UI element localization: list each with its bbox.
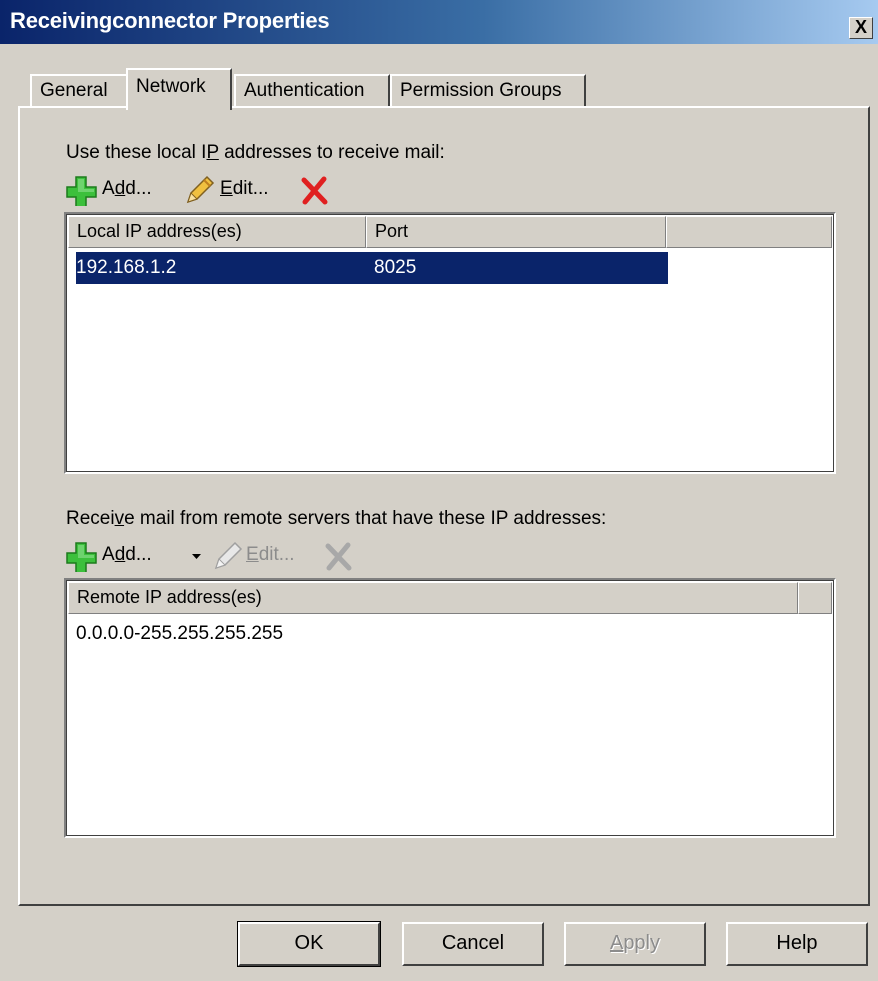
green-plus-icon	[66, 176, 97, 206]
red-x-icon	[325, 542, 352, 571]
local-delete-button[interactable]	[298, 174, 332, 206]
help-button[interactable]: Help	[726, 922, 868, 966]
tab-permission-groups-label: Permission Groups	[400, 80, 562, 101]
remote-ip-list[interactable]: Remote IP address(es) 0.0.0.0-255.255.25…	[64, 578, 836, 838]
table-row[interactable]: 192.168.1.2 8025	[76, 252, 668, 284]
column-header-local-ip[interactable]: Local IP address(es)	[68, 216, 366, 248]
dropdown-arrow-icon	[192, 554, 201, 559]
tab-authentication[interactable]: Authentication	[234, 74, 390, 108]
window-title: Receivingconnector Properties	[10, 8, 330, 33]
pencil-icon	[186, 175, 215, 204]
local-add-button[interactable]: Add...	[66, 174, 176, 206]
remote-ip-label: Receive mail from remote servers that ha…	[66, 508, 607, 529]
tab-authentication-label: Authentication	[244, 80, 365, 101]
tab-general-label: General	[40, 80, 108, 101]
local-ip-list[interactable]: Local IP address(es) Port 192.168.1.2 80…	[64, 212, 836, 474]
cancel-button[interactable]: Cancel	[402, 922, 544, 966]
column-header-filler	[798, 582, 832, 614]
tab-network-label: Network	[136, 76, 206, 97]
tab-general[interactable]: General	[30, 74, 128, 108]
close-icon: X	[854, 17, 867, 37]
local-ip-label: Use these local IP addresses to receive …	[66, 142, 445, 163]
tab-network[interactable]: Network	[126, 68, 232, 110]
green-plus-icon	[66, 542, 97, 572]
port-cell: 8025	[374, 257, 417, 278]
pencil-icon	[214, 541, 243, 570]
column-header-remote-ip[interactable]: Remote IP address(es)	[68, 582, 798, 614]
local-ip-cell: 192.168.1.2	[76, 257, 177, 278]
local-edit-button[interactable]: Edit...	[184, 174, 288, 206]
tab-permission-groups[interactable]: Permission Groups	[390, 74, 586, 108]
table-row[interactable]: 0.0.0.0-255.255.255.255	[76, 618, 666, 650]
remote-add-button[interactable]: Add...	[66, 540, 176, 572]
column-header-port[interactable]: Port	[366, 216, 666, 248]
remote-delete-button[interactable]	[322, 540, 356, 572]
close-button[interactable]: X	[849, 17, 873, 39]
apply-button[interactable]: Apply	[564, 922, 706, 966]
red-x-icon	[301, 176, 328, 205]
title-bar: Receivingconnector Properties X	[0, 0, 878, 44]
remote-edit-button[interactable]: Edit...	[212, 540, 316, 572]
column-header-filler	[666, 216, 832, 248]
ok-button[interactable]: OK	[237, 921, 381, 967]
remote-ip-cell: 0.0.0.0-255.255.255.255	[76, 623, 284, 644]
remote-add-dropdown-button[interactable]	[186, 540, 208, 572]
